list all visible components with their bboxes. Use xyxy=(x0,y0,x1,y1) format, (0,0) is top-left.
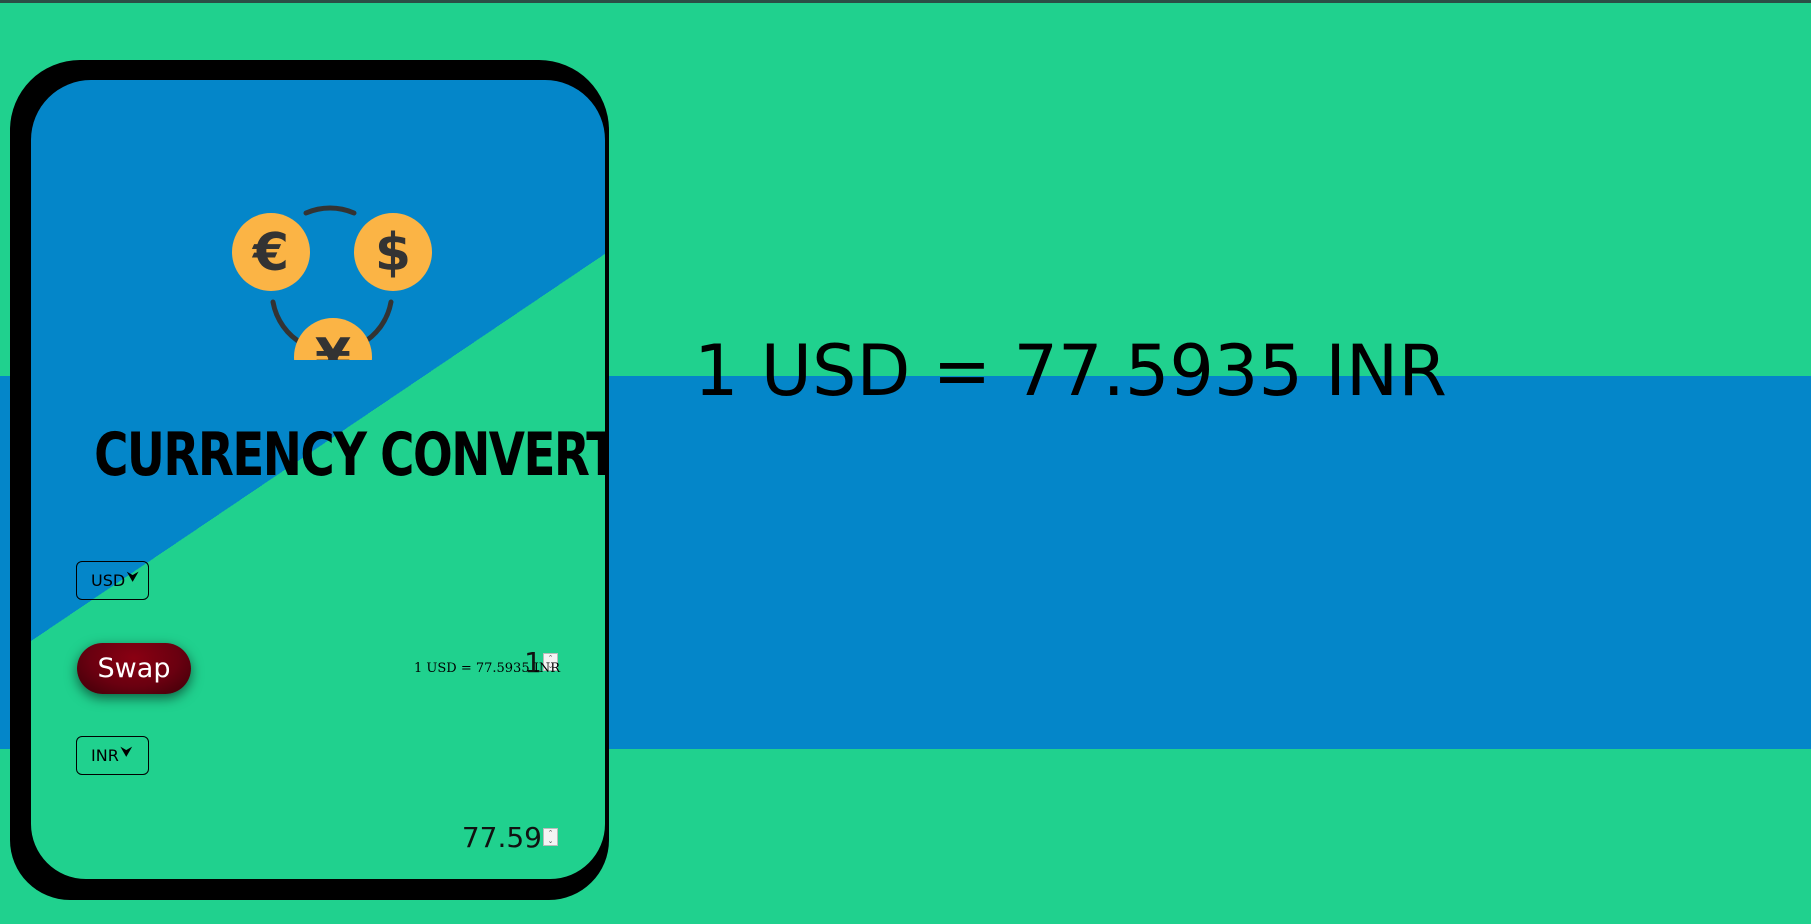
to-amount-value: 77.59 xyxy=(461,820,542,854)
yen-icon: ¥ xyxy=(315,328,351,360)
chevron-down-icon: ⮟ xyxy=(127,570,139,585)
to-currency-value: INR xyxy=(91,746,119,765)
app-title: CURRENCY CONVERTOR xyxy=(94,420,605,490)
from-currency-select[interactable]: USD ⮟ xyxy=(76,561,149,600)
from-currency-value: USD xyxy=(91,571,126,590)
converter-card: € $ ¥ CURRENCY CONVERTOR USD ⮟ 1 ⌃⌄ Swap… xyxy=(31,80,605,879)
rate-text: 1 USD = 77.5935 INR xyxy=(414,661,561,676)
chevron-down-icon: ⮟ xyxy=(120,745,132,760)
euro-icon: € xyxy=(252,223,289,283)
conversion-result-heading: 1 USD = 77.5935 INR xyxy=(694,330,1447,412)
window-top-border xyxy=(0,0,1811,3)
to-amount-stepper[interactable]: ⌃ ⌄ xyxy=(543,828,558,846)
currency-exchange-icon: € $ ¥ xyxy=(232,205,432,360)
dollar-icon: $ xyxy=(375,223,411,283)
swap-button[interactable]: Swap xyxy=(77,643,191,694)
to-amount-input[interactable]: 77.59 ⌃ ⌄ xyxy=(462,817,558,857)
to-currency-select[interactable]: INR ⮟ xyxy=(76,736,149,775)
